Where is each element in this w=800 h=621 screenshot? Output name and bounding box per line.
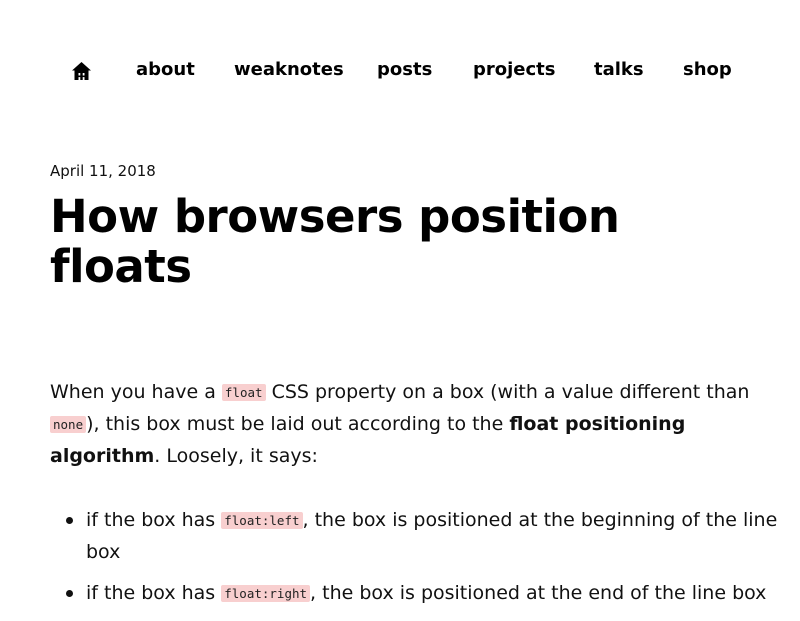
top-nav: about weaknotes posts projects talks sho… bbox=[0, 57, 800, 85]
rules-list: if the box has float:left , the box is po… bbox=[50, 505, 800, 621]
intro-paragraph: When you have a float CSS property on a … bbox=[50, 377, 760, 471]
list-item: if the box has float:left, the box is po… bbox=[66, 505, 800, 567]
code-none: none bbox=[50, 416, 87, 433]
intro-text: ), this box must be laid out according t… bbox=[86, 413, 510, 435]
nav-item-about[interactable]: about bbox=[136, 59, 195, 80]
list-item-text: , the box is positioned at the end of th… bbox=[310, 582, 767, 604]
nav-item-weaknotes[interactable]: weaknotes bbox=[234, 59, 344, 80]
intro-text: When you have a bbox=[50, 381, 222, 403]
nav-item-shop[interactable]: shop bbox=[683, 59, 732, 80]
nav-item-talks[interactable]: talks bbox=[594, 59, 644, 80]
code-float-right: float:right bbox=[221, 585, 311, 602]
intro-text: CSS property on a box (with a value diff… bbox=[265, 381, 750, 403]
list-item-text: if the box has bbox=[86, 509, 222, 531]
list-item: if the box has float:right, the box is p… bbox=[66, 578, 800, 610]
code-float: float bbox=[221, 384, 266, 401]
nav-item-posts[interactable]: posts bbox=[377, 59, 432, 80]
home-icon bbox=[72, 62, 91, 80]
intro-text: . Loosely, it says: bbox=[154, 445, 318, 467]
list-item-text: if the box has bbox=[86, 582, 222, 604]
bullet-icon bbox=[66, 517, 73, 524]
post-date: April 11, 2018 bbox=[50, 162, 156, 180]
post-title: How browsers position floats bbox=[50, 190, 620, 293]
bullet-icon bbox=[66, 590, 73, 597]
nav-item-projects[interactable]: projects bbox=[473, 59, 556, 80]
code-float-left: float:left bbox=[221, 512, 303, 529]
